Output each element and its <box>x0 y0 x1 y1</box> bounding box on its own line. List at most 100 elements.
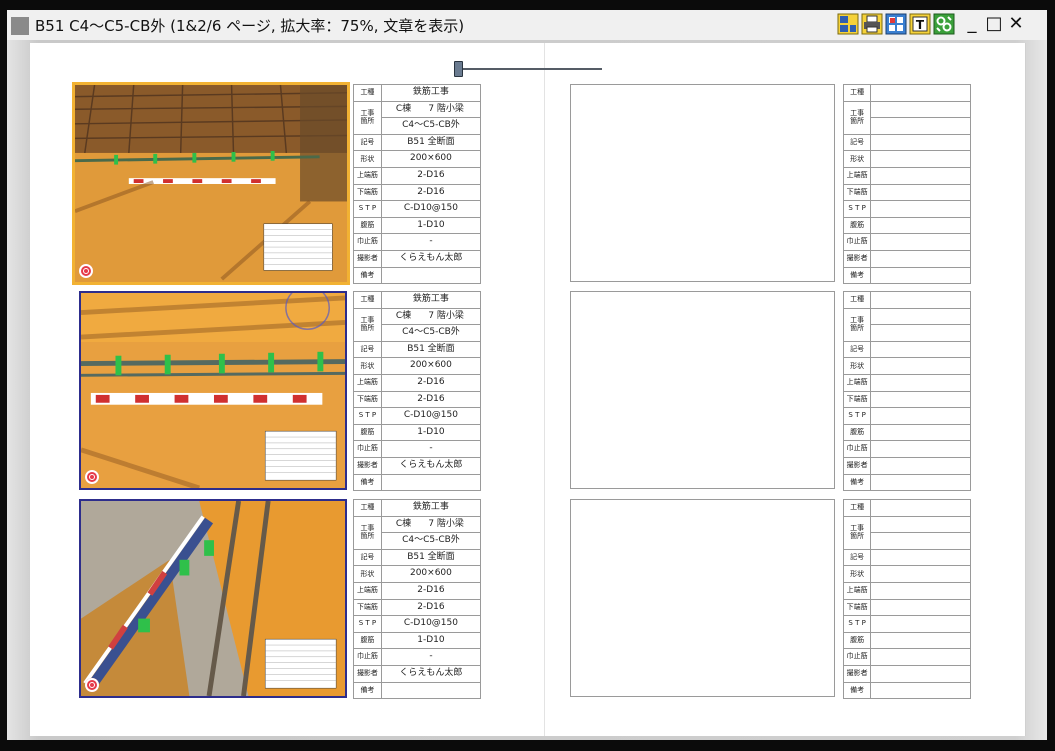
value-kasho-2: C4～C5-CB外 <box>380 532 482 550</box>
empty-photo-slot-1[interactable] <box>570 84 835 282</box>
page-viewer[interactable]: 工種 鉄筋工事 工事 箇所 C棟 7 階小梁 C4～C5-CB外 記号 B51 全断面 … <box>7 40 1047 740</box>
value-empty <box>870 266 971 285</box>
title-bar[interactable]: B51 C4～C5-CB外 (1&2/6 ページ, 拡大率：75%, 文章を表示… <box>7 10 1047 40</box>
value-empty <box>870 581 971 600</box>
value-empty <box>870 407 971 425</box>
text-icon[interactable]: T <box>909 13 931 35</box>
value-satsueisha: くらえもん太郎 <box>380 249 482 268</box>
value-empty <box>870 307 971 326</box>
zoom-slider-thumb[interactable] <box>454 61 463 77</box>
label-kasho: 工事 箇所 <box>353 515 382 550</box>
label-habadome: 巾止筋 <box>353 440 382 458</box>
value-kigou: B51 全断面 <box>380 340 482 359</box>
value-empty <box>870 390 971 409</box>
value-empty <box>870 648 971 666</box>
target-icon <box>85 678 99 692</box>
label-harakin: 腹筋 <box>842 631 872 650</box>
value-empty <box>870 117 971 135</box>
value-empty <box>870 183 971 202</box>
value-empty <box>870 499 971 517</box>
print-icon[interactable] <box>861 13 883 35</box>
empty-info-table-3: 工種 工事 箇所 記号 形状 上端筋 下端筋 S T P 腹筋 巾止筋 撮影者 備… <box>842 499 971 700</box>
info-table-1: 工種 鉄筋工事 工事 箇所 C棟 7 階小梁 C4～C5-CB外 記号 B51 全断面 … <box>353 84 482 285</box>
minimize-button[interactable]: _ <box>961 13 983 35</box>
value-empty <box>870 548 971 567</box>
value-satsueisha: くらえもん太郎 <box>380 664 482 683</box>
value-stp: C-D10@150 <box>380 407 482 425</box>
value-stp: C-D10@150 <box>380 200 482 218</box>
label-satsueisha: 撮影者 <box>353 664 382 683</box>
label-satsueisha: 撮影者 <box>353 249 382 268</box>
value-harakin: 1-D10 <box>380 423 482 442</box>
label-kouju: 工種 <box>353 84 382 102</box>
value-keijou: 200×600 <box>380 357 482 375</box>
label-stp: S T P <box>842 200 872 218</box>
label-harakin: 腹筋 <box>353 423 382 442</box>
label-kouju: 工種 <box>353 291 382 309</box>
value-empty <box>870 84 971 102</box>
label-keijou: 形状 <box>353 150 382 168</box>
value-empty <box>870 373 971 392</box>
label-stp: S T P <box>353 407 382 425</box>
label-kigou: 記号 <box>842 340 872 359</box>
value-empty <box>870 515 971 534</box>
zoom-slider-track[interactable] <box>462 68 602 70</box>
value-kasho-2: C4～C5-CB外 <box>380 324 482 342</box>
value-empty <box>870 532 971 550</box>
label-shitabakin: 下端筋 <box>842 183 872 202</box>
window-title: B51 C4～C5-CB外 (1&2/6 ページ, 拡大率：75%, 文章を表示… <box>35 17 465 35</box>
grid-view-icon[interactable] <box>885 13 907 35</box>
label-kouju: 工種 <box>353 499 382 517</box>
value-empty <box>870 664 971 683</box>
photo-1[interactable] <box>72 82 350 285</box>
value-empty <box>870 631 971 650</box>
maximize-button[interactable]: □ <box>983 13 1005 35</box>
layout-icon[interactable] <box>837 13 859 35</box>
label-kasho: 工事 箇所 <box>842 100 872 135</box>
label-keijou: 形状 <box>353 357 382 375</box>
empty-photo-slot-2[interactable] <box>570 291 835 489</box>
close-button[interactable]: ✕ <box>1005 13 1027 35</box>
label-habadome: 巾止筋 <box>842 440 872 458</box>
info-table-2: 工種 鉄筋工事 工事 箇所 C棟 7 階小梁 C4～C5-CB外 記号 B51 全断面 … <box>353 291 482 492</box>
page-divider <box>544 43 545 736</box>
value-empty <box>870 423 971 442</box>
label-keijou: 形状 <box>842 357 872 375</box>
label-kasho: 工事 箇所 <box>842 515 872 550</box>
label-harakin: 腹筋 <box>842 216 872 235</box>
label-shitabakin: 下端筋 <box>353 598 382 617</box>
label-bikou: 備考 <box>842 266 872 285</box>
value-kasho-1: C棟 7 階小梁 <box>380 100 482 119</box>
value-empty <box>870 615 971 633</box>
label-stp: S T P <box>353 615 382 633</box>
value-empty <box>870 166 971 185</box>
label-uwabakin: 上端筋 <box>842 373 872 392</box>
label-habadome: 巾止筋 <box>353 648 382 666</box>
value-kasho-1: C棟 7 階小梁 <box>380 307 482 326</box>
photo-3[interactable] <box>79 499 347 698</box>
label-kigou: 記号 <box>353 133 382 152</box>
label-keijou: 形状 <box>353 565 382 583</box>
photo-2[interactable] <box>79 291 347 490</box>
value-kouju: 鉄筋工事 <box>380 499 482 517</box>
value-bikou <box>380 266 482 285</box>
value-keijou: 200×600 <box>380 150 482 168</box>
label-kouju: 工種 <box>842 84 872 102</box>
value-habadome: - <box>380 648 482 666</box>
label-bikou: 備考 <box>842 681 872 700</box>
label-shitabakin: 下端筋 <box>353 183 382 202</box>
target-icon <box>79 264 93 278</box>
empty-info-table-2: 工種 工事 箇所 記号 形状 上端筋 下端筋 S T P 腹筋 巾止筋 撮影者 備… <box>842 291 971 492</box>
value-empty <box>870 249 971 268</box>
label-harakin: 腹筋 <box>353 216 382 235</box>
value-habadome: - <box>380 440 482 458</box>
value-empty <box>870 291 971 309</box>
label-satsueisha: 撮影者 <box>842 456 872 475</box>
info-table-3: 工種 鉄筋工事 工事 箇所 C棟 7 階小梁 C4～C5-CB外 記号 B51 全断面 … <box>353 499 482 700</box>
value-harakin: 1-D10 <box>380 216 482 235</box>
settings-icon[interactable] <box>933 13 955 35</box>
label-habadome: 巾止筋 <box>353 233 382 251</box>
viewer-window: B51 C4～C5-CB外 (1&2/6 ページ, 拡大率：75%, 文章を表示… <box>0 0 1055 751</box>
value-bikou <box>380 473 482 492</box>
empty-photo-slot-3[interactable] <box>570 499 835 697</box>
